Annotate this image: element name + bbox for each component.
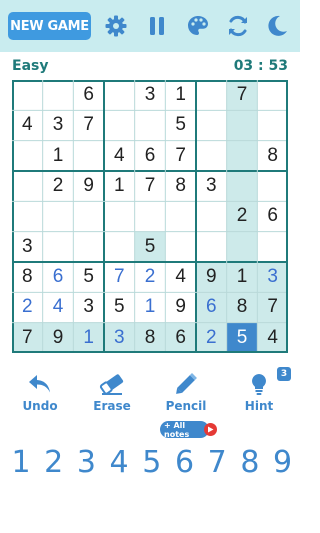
video-ad-icon: [204, 423, 217, 436]
number-button-5[interactable]: 5: [137, 443, 167, 483]
lightbulb-icon: [252, 374, 266, 395]
hint-count-badge: 3: [277, 367, 291, 381]
gear-icon[interactable]: [104, 14, 128, 38]
number-button-8[interactable]: 8: [235, 443, 265, 483]
sudoku-board: 6317437514678291783263586572491324351968…: [12, 80, 288, 353]
all-notes-button[interactable]: + All notes: [160, 420, 217, 439]
board-grid-lines: [12, 80, 288, 353]
number-button-6[interactable]: 6: [170, 443, 200, 483]
eraser-icon: [99, 374, 124, 395]
erase-button[interactable]: Erase: [82, 372, 142, 413]
number-pad: 123456789: [0, 443, 300, 483]
number-button-7[interactable]: 7: [202, 443, 232, 483]
new-game-button[interactable]: NEW GAME: [8, 12, 91, 40]
pencil-icon: [176, 373, 197, 394]
pencil-label: Pencil: [165, 399, 207, 413]
number-button-2[interactable]: 2: [39, 443, 69, 483]
palette-icon[interactable]: [186, 14, 210, 38]
pause-icon[interactable]: [145, 14, 169, 38]
erase-label: Erase: [93, 399, 131, 413]
undo-icon: [29, 375, 50, 393]
all-notes-label: + All notes: [164, 420, 190, 439]
hint-label: Hint: [244, 399, 274, 413]
pencil-button[interactable]: Pencil: [156, 372, 216, 413]
undo-button[interactable]: Undo: [10, 372, 70, 413]
refresh-icon[interactable]: [226, 14, 250, 38]
undo-label: Undo: [22, 399, 58, 413]
difficulty-label: Easy: [12, 58, 49, 74]
number-button-4[interactable]: 4: [104, 443, 134, 483]
tool-bar: Undo Erase Pencil Hint: [0, 372, 300, 422]
number-button-1[interactable]: 1: [6, 443, 36, 483]
timer: 03 : 53: [233, 58, 288, 74]
number-button-9[interactable]: 9: [268, 443, 298, 483]
number-button-3[interactable]: 3: [71, 443, 101, 483]
moon-icon[interactable]: [265, 14, 289, 38]
top-bar: NEW GAME: [0, 0, 300, 52]
